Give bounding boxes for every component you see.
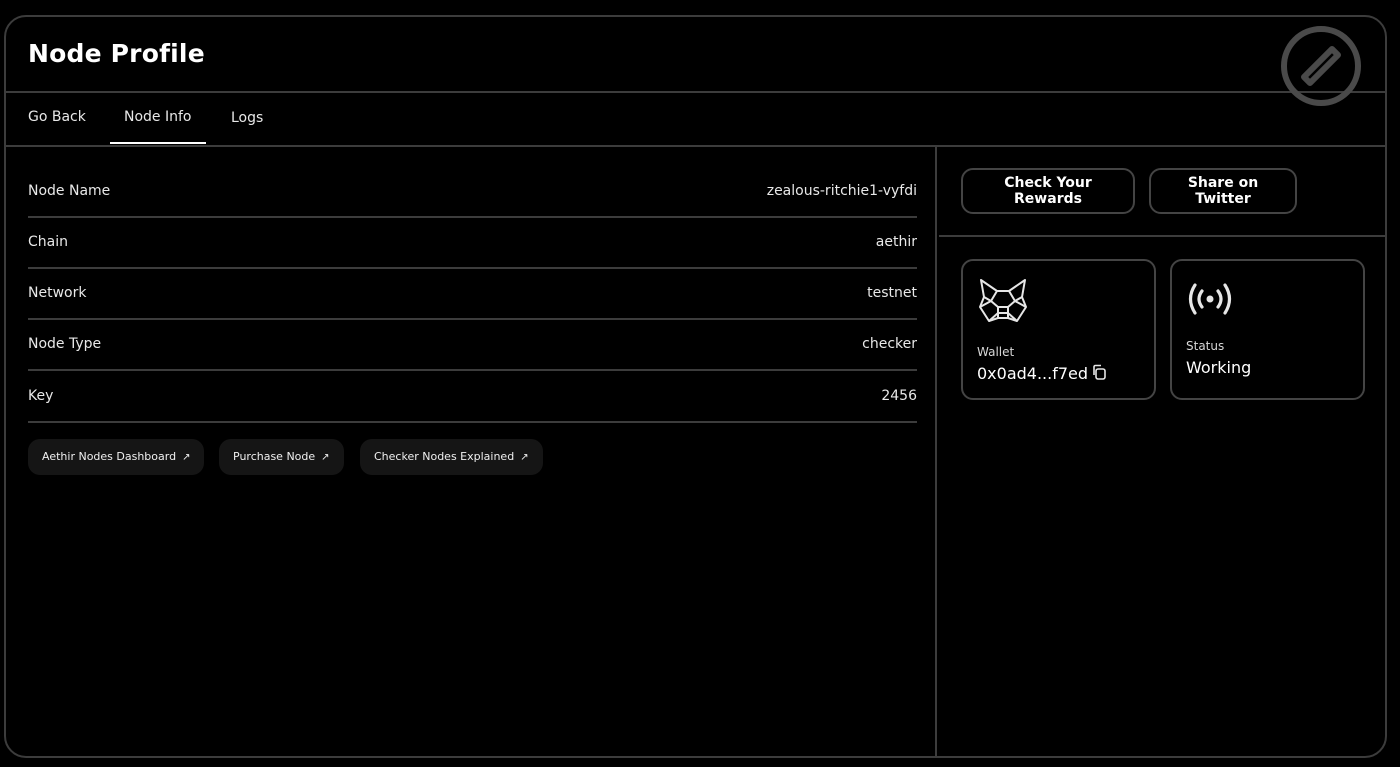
detail-value: checker (862, 336, 917, 352)
link-label: Aethir Nodes Dashboard (42, 450, 177, 463)
share-twitter-button[interactable]: Share on Twitter (1149, 168, 1297, 214)
node-info-panel: Node Name zealous-ritchie1-vyfdi Chain a… (6, 147, 937, 756)
status-label: Status (1186, 339, 1225, 353)
detail-value: 2456 (881, 388, 917, 404)
wallet-address: 0x0ad4...f7ed (977, 364, 1089, 383)
action-bar: Check Your Rewards Share on Twitter (939, 147, 1385, 237)
external-link-icon: ↗ (321, 452, 330, 463)
tab-node-info[interactable]: Node Info (109, 109, 208, 144)
wallet-label: Wallet (977, 345, 1015, 359)
header: Node Profile (6, 17, 1385, 106)
status-value: Working (1186, 358, 1252, 377)
detail-value: testnet (867, 285, 917, 301)
link-label: Purchase Node (233, 450, 316, 463)
node-profile-window: Node Profile Go Back Node Info Logs Node… (4, 15, 1387, 758)
check-rewards-button[interactable]: Check Your Rewards (961, 168, 1135, 214)
detail-row-chain: Chain aethir (28, 218, 917, 269)
side-panel: Check Your Rewards Share on Twitter Wall… (939, 147, 1385, 756)
metamask-fox-icon (979, 279, 1027, 322)
detail-label: Key (28, 388, 54, 404)
external-link-icon: ↗ (520, 452, 529, 463)
page-title: Node Profile (28, 39, 205, 68)
external-link-icon: ↗ (182, 452, 191, 463)
detail-row-node-type: Node Type checker (28, 320, 917, 371)
detail-row-node-name: Node Name zealous-ritchie1-vyfdi (28, 167, 917, 218)
detail-label: Network (28, 285, 87, 301)
link-label: Checker Nodes Explained (374, 450, 515, 463)
status-card: Status Working (1170, 259, 1365, 400)
detail-label: Node Type (28, 336, 102, 352)
detail-label: Chain (28, 234, 68, 250)
wallet-card: Wallet 0x0ad4...f7ed (961, 259, 1156, 400)
detail-row-network: Network testnet (28, 269, 917, 320)
purchase-node-link[interactable]: Purchase Node ↗ (219, 439, 344, 475)
aethir-nodes-dashboard-link[interactable]: Aethir Nodes Dashboard ↗ (28, 439, 205, 475)
copy-icon[interactable] (1091, 364, 1107, 380)
detail-label: Node Name (28, 183, 111, 199)
detail-value: zealous-ritchie1-vyfdi (766, 183, 917, 199)
checker-nodes-explained-link[interactable]: Checker Nodes Explained ↗ (360, 439, 543, 475)
broadcast-signal-icon (1188, 283, 1232, 315)
tab-logs[interactable]: Logs (231, 110, 263, 126)
detail-value: aethir (875, 234, 917, 250)
detail-row-key: Key 2456 (28, 372, 917, 423)
tab-bar: Go Back Node Info Logs (6, 93, 1385, 147)
tab-go-back[interactable]: Go Back (28, 109, 86, 125)
